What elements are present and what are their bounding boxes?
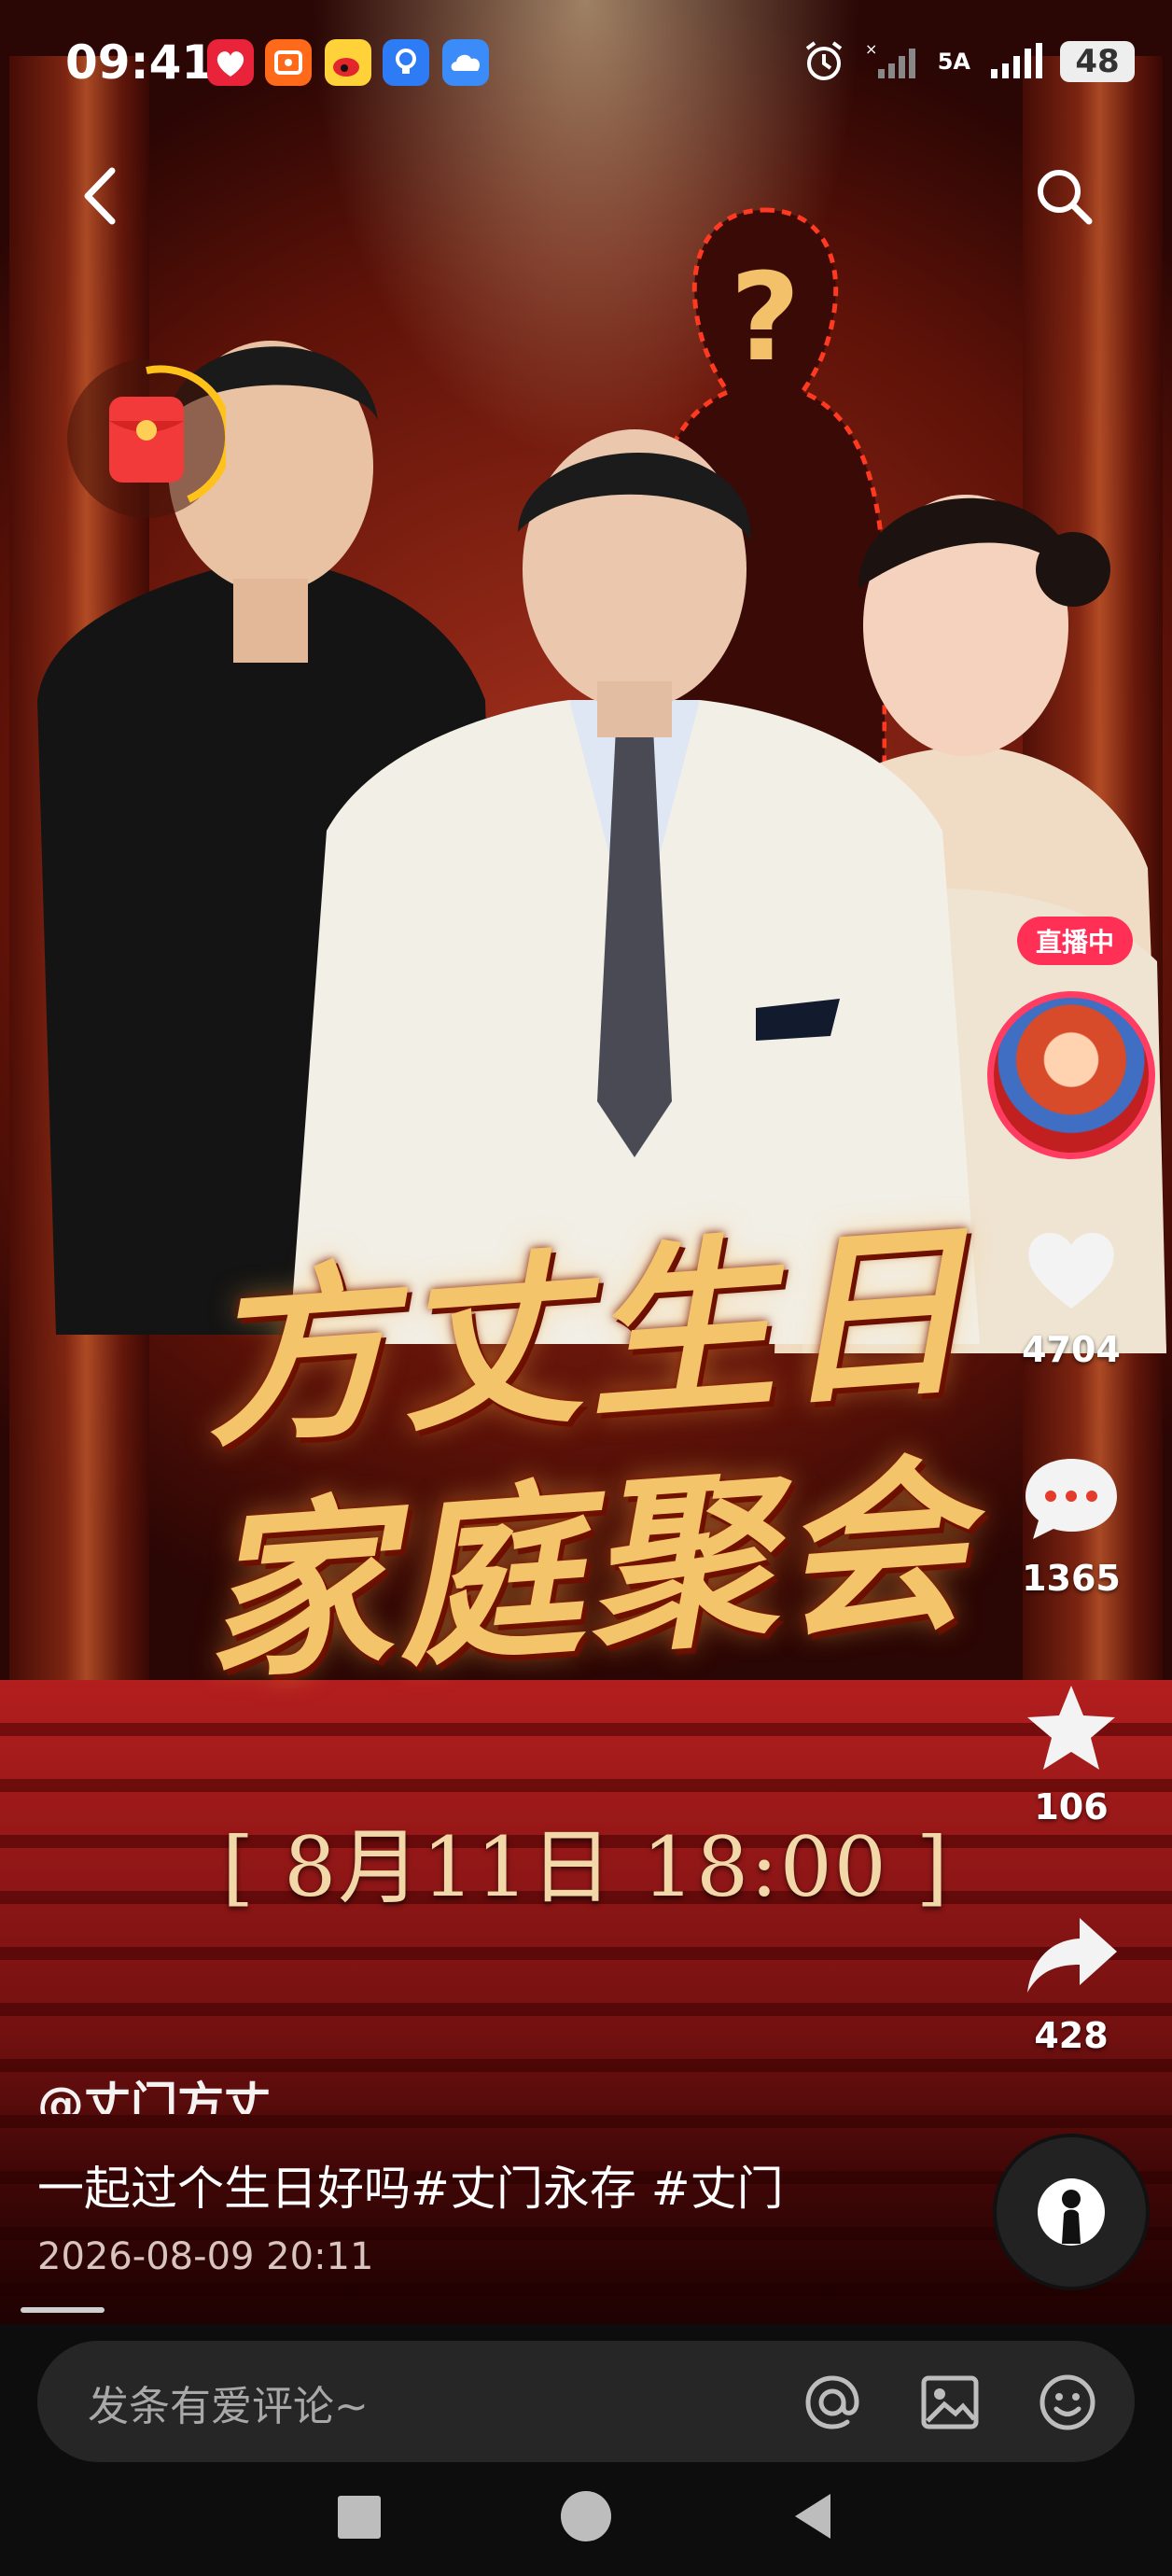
red-packet-timer[interactable]	[67, 359, 233, 518]
share-arrow-icon	[1027, 1918, 1117, 1993]
search-button[interactable]	[1026, 159, 1101, 233]
comment-bubble-icon	[1026, 1459, 1117, 1539]
idea-bulb-icon	[383, 39, 429, 86]
search-icon	[1038, 170, 1093, 225]
mention-button[interactable]	[797, 2367, 868, 2438]
alarm-clock-icon	[805, 41, 842, 80]
system-status-group: × 5A 48	[800, 37, 1135, 86]
system-nav-bar	[0, 2464, 1172, 2576]
signal-empty-icon: ×	[865, 41, 915, 78]
favorite-count: 106	[1034, 1786, 1109, 1827]
share-count: 428	[1034, 2015, 1109, 2056]
star-icon	[1027, 1686, 1115, 1770]
nav-back-button[interactable]	[784, 2486, 844, 2546]
music-disc-button[interactable]	[997, 2137, 1146, 2287]
back-button[interactable]	[65, 159, 140, 233]
poster-event-date: [ 8月11日 18:00 ]	[221, 1819, 951, 1915]
battery-indicator: 48	[1060, 41, 1135, 82]
comment-count: 1365	[1022, 1558, 1121, 1599]
image-icon	[921, 2375, 979, 2429]
home-button[interactable]	[556, 2486, 616, 2546]
network-type-label: 5A	[937, 49, 970, 75]
video-app-icon	[265, 39, 312, 86]
svg-text:?: ?	[730, 246, 800, 388]
image-button[interactable]	[914, 2367, 985, 2438]
recent-apps-button[interactable]	[328, 2486, 388, 2546]
comment-bar: 发条有爱评论~	[0, 2324, 1172, 2464]
like-count: 4704	[1022, 1329, 1121, 1370]
comment-input[interactable]: 发条有爱评论~	[37, 2341, 1135, 2462]
chevron-left-icon	[84, 167, 116, 225]
status-time: 09:41	[65, 35, 215, 90]
live-badge[interactable]: 直播中	[1017, 917, 1133, 965]
lovers-heart-icon	[207, 39, 254, 86]
comment-placeholder: 发条有爱评论~	[88, 2383, 369, 2430]
cloud-icon	[442, 39, 489, 86]
square-icon	[338, 2496, 381, 2539]
triangle-back-icon	[795, 2494, 830, 2539]
red-envelope-icon	[109, 365, 233, 503]
svg-text:×: ×	[865, 41, 877, 58]
video-progress-bar[interactable]	[21, 2307, 105, 2313]
post-datetime: 2026-08-09 20:11	[37, 2235, 374, 2278]
music-avatar-icon	[1038, 2178, 1105, 2246]
smiley-icon	[1039, 2374, 1095, 2430]
live-host-avatar[interactable]	[987, 991, 1155, 1159]
status-bar: 09:41 × 5A 48	[0, 0, 1172, 131]
like-button[interactable]: 4704	[1008, 1223, 1135, 1370]
post-caption[interactable]: 一起过个生日好吗#丈门永存 #丈门	[37, 2151, 784, 2219]
signal-full-icon	[991, 43, 1042, 78]
favorite-button[interactable]: 106	[1008, 1680, 1135, 1827]
heart-icon	[1028, 1232, 1114, 1309]
circle-icon	[561, 2491, 611, 2541]
at-sign-icon	[805, 2375, 859, 2429]
post-author[interactable]: @丈门方丈	[37, 2067, 271, 2114]
emoji-button[interactable]	[1032, 2367, 1103, 2438]
comment-button[interactable]: 1365	[1008, 1451, 1135, 1599]
video-poster[interactable]: ? 方丈生日 家庭聚会 [ 8月11日 18:00 ]	[0, 0, 1172, 2324]
share-button[interactable]: 428	[1008, 1909, 1135, 2056]
weibo-icon	[325, 39, 371, 86]
